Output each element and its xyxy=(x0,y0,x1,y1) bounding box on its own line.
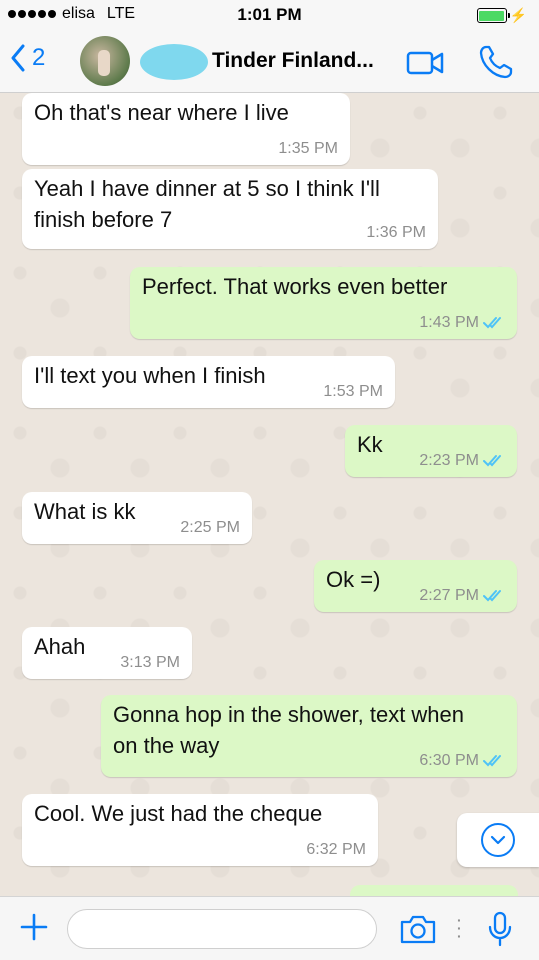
message-text: Cool. We just had the cheque xyxy=(34,801,323,826)
status-time: 1:01 PM xyxy=(237,5,302,24)
read-ticks-icon xyxy=(483,755,501,767)
message-bubble-outgoing[interactable]: Ok =) 2:27 PM xyxy=(314,560,517,612)
scroll-down-button[interactable] xyxy=(457,813,539,867)
read-ticks-icon xyxy=(483,590,501,602)
message-time: 1:53 PM xyxy=(323,383,383,400)
chat-header: 2 Tinder Finland... xyxy=(0,30,539,93)
back-chevron-icon xyxy=(11,44,25,72)
message-text: I'll text you when I finish xyxy=(34,363,266,388)
contact-name[interactable]: Tinder Finland... xyxy=(212,49,374,73)
plus-icon[interactable] xyxy=(18,911,50,943)
message-bubble-incoming[interactable]: Ahah 3:13 PM xyxy=(22,627,192,679)
message-bubble-partial xyxy=(350,885,518,896)
back-button[interactable]: 2 xyxy=(10,44,45,72)
message-bubble-incoming[interactable]: Cool. We just had the cheque 6:32 PM xyxy=(22,794,378,866)
back-count: 2 xyxy=(32,44,46,71)
message-text: Gonna hop in the shower, text when on th… xyxy=(113,702,465,758)
message-text: Kk xyxy=(357,432,383,457)
video-call-icon[interactable] xyxy=(406,50,444,76)
read-ticks-icon xyxy=(483,455,501,467)
status-bar: elisa LTE 1:01 PM ⚡ xyxy=(0,0,539,30)
camera-icon[interactable] xyxy=(399,913,437,945)
message-list[interactable]: Oh that's near where I live 1:35 PM Yeah… xyxy=(0,93,539,896)
status-right: ⚡ xyxy=(476,7,527,24)
message-text: Perfect. That works even better xyxy=(142,274,448,299)
message-time: 6:30 PM xyxy=(419,752,479,769)
battery-icon xyxy=(476,8,510,23)
message-time: 3:13 PM xyxy=(120,654,180,671)
message-time: 2:23 PM xyxy=(419,452,479,469)
message-time: 1:43 PM xyxy=(419,314,479,331)
message-bubble-outgoing[interactable]: Kk 2:23 PM xyxy=(345,425,517,477)
message-text: Ok =) xyxy=(326,567,381,592)
charging-bolt-icon: ⚡ xyxy=(509,7,527,23)
message-input[interactable] xyxy=(67,909,377,949)
message-text: Yeah I have dinner at 5 so I think I'll … xyxy=(34,176,380,232)
message-time: 6:32 PM xyxy=(306,841,366,858)
message-time: 1:36 PM xyxy=(366,224,426,241)
contact-avatar[interactable] xyxy=(80,36,130,86)
message-bubble-outgoing[interactable]: Perfect. That works even better 1:43 PM xyxy=(130,267,517,339)
message-time: 2:25 PM xyxy=(180,519,240,536)
scroll-down-icon xyxy=(481,823,515,857)
message-bubble-outgoing[interactable]: Gonna hop in the shower, text when on th… xyxy=(101,695,517,777)
message-bubble-incoming[interactable]: Oh that's near where I live 1:35 PM xyxy=(22,93,350,165)
phone-icon[interactable] xyxy=(478,44,514,80)
message-bubble-incoming[interactable]: What is kk 2:25 PM xyxy=(22,492,252,544)
redaction-scribble xyxy=(140,44,208,80)
microphone-icon[interactable] xyxy=(486,911,514,947)
input-bar: · · · xyxy=(0,896,539,960)
more-dots-icon: · · · xyxy=(457,912,462,944)
message-text: What is kk xyxy=(34,499,136,524)
message-text: Ahah xyxy=(34,634,86,659)
message-bubble-incoming[interactable]: I'll text you when I finish 1:53 PM xyxy=(22,356,395,408)
message-text: Oh that's near where I live xyxy=(34,100,289,125)
read-ticks-icon xyxy=(483,317,501,329)
message-bubble-incoming[interactable]: Yeah I have dinner at 5 so I think I'll … xyxy=(22,169,438,249)
message-time: 2:27 PM xyxy=(419,587,479,604)
message-time: 1:35 PM xyxy=(278,140,338,157)
